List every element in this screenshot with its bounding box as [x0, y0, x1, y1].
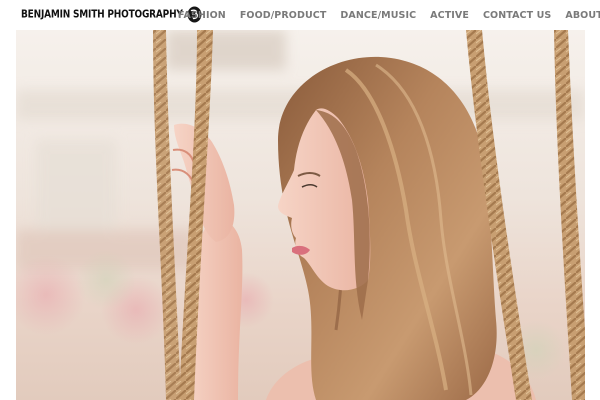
portrait-photo [16, 30, 585, 400]
nav-item-dance-music[interactable]: DANCE/MUSIC [340, 10, 416, 21]
main-nav: FASHION FOOD/PRODUCT DANCE/MUSIC ACTIVE … [178, 0, 600, 30]
nav-item-active[interactable]: ACTIVE [430, 10, 469, 21]
brand-logo-link[interactable]: BENJAMIN SMITH PHOTOGRAPHY [21, 6, 202, 23]
nav-item-about[interactable]: ABOUT [565, 10, 600, 21]
nav-item-contact-us[interactable]: CONTACT US [483, 10, 551, 21]
site-header: BENJAMIN SMITH PHOTOGRAPHY FASHION FOOD/… [0, 0, 600, 30]
hero-image [16, 30, 585, 400]
nav-item-food-product[interactable]: FOOD/PRODUCT [240, 10, 327, 21]
brand-name: BENJAMIN SMITH PHOTOGRAPHY [21, 8, 183, 21]
nav-item-fashion[interactable]: FASHION [178, 10, 226, 21]
